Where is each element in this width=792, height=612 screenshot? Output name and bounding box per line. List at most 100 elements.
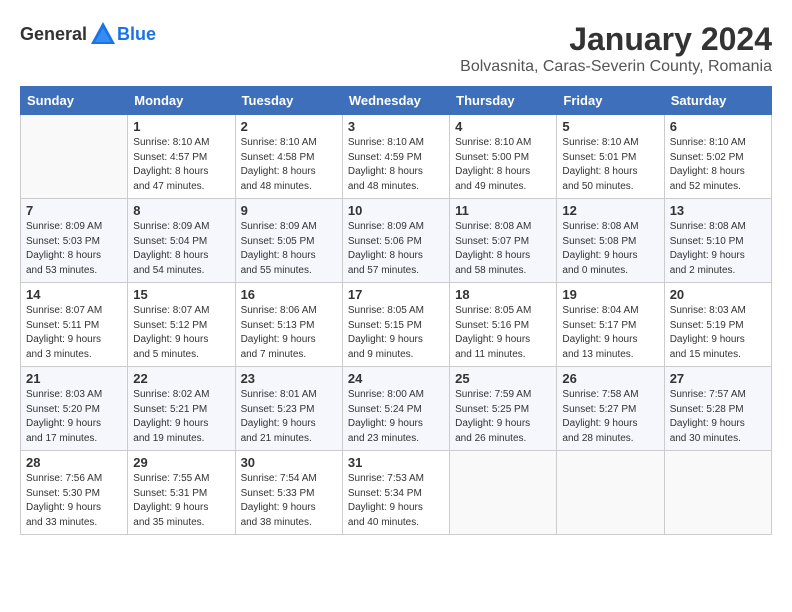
calendar-cell: 20 Sunrise: 8:03 AMSunset: 5:19 PMDayligh… xyxy=(664,283,771,367)
calendar-cell: 2 Sunrise: 8:10 AMSunset: 4:58 PMDaylight… xyxy=(235,115,342,199)
calendar-cell xyxy=(664,451,771,535)
calendar-week-row: 1 Sunrise: 8:10 AMSunset: 4:57 PMDaylight… xyxy=(21,115,772,199)
day-number: 30 xyxy=(241,455,337,470)
day-number: 19 xyxy=(562,287,658,302)
calendar-cell: 1 Sunrise: 8:10 AMSunset: 4:57 PMDaylight… xyxy=(128,115,235,199)
day-info: Sunrise: 8:09 AMSunset: 5:04 PMDaylight:… xyxy=(133,220,229,278)
calendar-cell xyxy=(450,451,557,535)
day-number: 10 xyxy=(348,203,444,218)
day-info: Sunrise: 8:09 AMSunset: 5:03 PMDaylight:… xyxy=(26,220,122,278)
calendar-cell: 13Sunrise: 8:08 AMSunset: 5:10 PMDayligh… xyxy=(664,199,771,283)
day-info: Sunrise: 7:57 AMSunset: 5:28 PMDaylight:… xyxy=(670,388,766,446)
day-info: Sunrise: 8:01 AMSunset: 5:23 PMDaylight:… xyxy=(241,388,337,446)
calendar-cell: 11Sunrise: 8:08 AMSunset: 5:07 PMDayligh… xyxy=(450,199,557,283)
calendar-cell: 23 Sunrise: 8:01 AMSunset: 5:23 PMDayligh… xyxy=(235,367,342,451)
calendar-cell: 18 Sunrise: 8:05 AMSunset: 5:16 PMDayligh… xyxy=(450,283,557,367)
day-info: Sunrise: 8:10 AMSunset: 4:58 PMDaylight:… xyxy=(241,136,337,194)
day-info: Sunrise: 7:55 AMSunset: 5:31 PMDaylight:… xyxy=(133,472,229,530)
calendar-cell: 16 Sunrise: 8:06 AMSunset: 5:13 PMDayligh… xyxy=(235,283,342,367)
day-number: 25 xyxy=(455,371,551,386)
weekday-header-row: SundayMondayTuesdayWednesdayThursdayFrid… xyxy=(21,87,772,115)
calendar-cell: 29 Sunrise: 7:55 AMSunset: 5:31 PMDayligh… xyxy=(128,451,235,535)
day-number: 5 xyxy=(562,119,658,134)
day-number: 12 xyxy=(562,203,658,218)
day-info: Sunrise: 8:04 AMSunset: 5:17 PMDaylight:… xyxy=(562,304,658,362)
weekday-header: Thursday xyxy=(450,87,557,115)
day-info: Sunrise: 8:07 AMSunset: 5:11 PMDaylight:… xyxy=(26,304,122,362)
day-info: Sunrise: 8:06 AMSunset: 5:13 PMDaylight:… xyxy=(241,304,337,362)
location-title: Bolvasnita, Caras-Severin County, Romani… xyxy=(460,58,772,76)
day-number: 18 xyxy=(455,287,551,302)
calendar-cell: 19 Sunrise: 8:04 AMSunset: 5:17 PMDayligh… xyxy=(557,283,664,367)
day-number: 11 xyxy=(455,203,551,218)
day-info: Sunrise: 8:08 AMSunset: 5:10 PMDaylight:… xyxy=(670,220,766,278)
day-info: Sunrise: 8:10 AMSunset: 4:57 PMDaylight:… xyxy=(133,136,229,194)
header: General Blue January 2024 Bolvasnita, Ca… xyxy=(20,20,772,76)
day-info: Sunrise: 8:05 AMSunset: 5:16 PMDaylight:… xyxy=(455,304,551,362)
day-info: Sunrise: 8:02 AMSunset: 5:21 PMDaylight:… xyxy=(133,388,229,446)
day-number: 8 xyxy=(133,203,229,218)
day-info: Sunrise: 7:53 AMSunset: 5:34 PMDaylight:… xyxy=(348,472,444,530)
day-number: 1 xyxy=(133,119,229,134)
day-number: 3 xyxy=(348,119,444,134)
calendar-cell xyxy=(557,451,664,535)
calendar-cell: 10Sunrise: 8:09 AMSunset: 5:06 PMDayligh… xyxy=(342,199,449,283)
calendar-table: SundayMondayTuesdayWednesdayThursdayFrid… xyxy=(20,86,772,535)
day-number: 20 xyxy=(670,287,766,302)
weekday-header: Wednesday xyxy=(342,87,449,115)
day-number: 17 xyxy=(348,287,444,302)
month-title: January 2024 xyxy=(460,20,772,58)
calendar-cell xyxy=(21,115,128,199)
calendar-cell: 28Sunrise: 7:56 AMSunset: 5:30 PMDayligh… xyxy=(21,451,128,535)
calendar-cell: 15Sunrise: 8:07 AMSunset: 5:12 PMDayligh… xyxy=(128,283,235,367)
weekday-header: Tuesday xyxy=(235,87,342,115)
day-number: 27 xyxy=(670,371,766,386)
logo-general: General xyxy=(20,24,87,45)
day-number: 24 xyxy=(348,371,444,386)
calendar-cell: 17Sunrise: 8:05 AMSunset: 5:15 PMDayligh… xyxy=(342,283,449,367)
day-number: 31 xyxy=(348,455,444,470)
day-info: Sunrise: 8:10 AMSunset: 5:00 PMDaylight:… xyxy=(455,136,551,194)
calendar-cell: 26 Sunrise: 7:58 AMSunset: 5:27 PMDayligh… xyxy=(557,367,664,451)
weekday-header: Friday xyxy=(557,87,664,115)
day-info: Sunrise: 8:03 AMSunset: 5:20 PMDaylight:… xyxy=(26,388,122,446)
day-info: Sunrise: 7:59 AMSunset: 5:25 PMDaylight:… xyxy=(455,388,551,446)
calendar-cell: 3Sunrise: 8:10 AMSunset: 4:59 PMDaylight… xyxy=(342,115,449,199)
day-number: 29 xyxy=(133,455,229,470)
calendar-cell: 9Sunrise: 8:09 AMSunset: 5:05 PMDaylight… xyxy=(235,199,342,283)
day-number: 16 xyxy=(241,287,337,302)
calendar-cell: 31 Sunrise: 7:53 AMSunset: 5:34 PMDayligh… xyxy=(342,451,449,535)
day-info: Sunrise: 7:58 AMSunset: 5:27 PMDaylight:… xyxy=(562,388,658,446)
calendar-cell: 30 Sunrise: 7:54 AMSunset: 5:33 PMDayligh… xyxy=(235,451,342,535)
calendar-cell: 7 Sunrise: 8:09 AMSunset: 5:03 PMDaylight… xyxy=(21,199,128,283)
calendar-week-row: 7 Sunrise: 8:09 AMSunset: 5:03 PMDaylight… xyxy=(21,199,772,283)
calendar-cell: 21 Sunrise: 8:03 AMSunset: 5:20 PMDayligh… xyxy=(21,367,128,451)
calendar-week-row: 14Sunrise: 8:07 AMSunset: 5:11 PMDayligh… xyxy=(21,283,772,367)
logo-icon xyxy=(89,20,117,48)
calendar-week-row: 21 Sunrise: 8:03 AMSunset: 5:20 PMDayligh… xyxy=(21,367,772,451)
title-section: January 2024 Bolvasnita, Caras-Severin C… xyxy=(460,20,772,76)
weekday-header: Saturday xyxy=(664,87,771,115)
day-info: Sunrise: 8:10 AMSunset: 5:02 PMDaylight:… xyxy=(670,136,766,194)
calendar-cell: 27 Sunrise: 7:57 AMSunset: 5:28 PMDayligh… xyxy=(664,367,771,451)
day-info: Sunrise: 7:54 AMSunset: 5:33 PMDaylight:… xyxy=(241,472,337,530)
calendar-cell: 5Sunrise: 8:10 AMSunset: 5:01 PMDaylight… xyxy=(557,115,664,199)
day-number: 15 xyxy=(133,287,229,302)
day-number: 7 xyxy=(26,203,122,218)
day-number: 2 xyxy=(241,119,337,134)
calendar-cell: 8 Sunrise: 8:09 AMSunset: 5:04 PMDaylight… xyxy=(128,199,235,283)
calendar-cell: 6 Sunrise: 8:10 AMSunset: 5:02 PMDaylight… xyxy=(664,115,771,199)
day-number: 28 xyxy=(26,455,122,470)
calendar-cell: 24 Sunrise: 8:00 AMSunset: 5:24 PMDayligh… xyxy=(342,367,449,451)
day-number: 21 xyxy=(26,371,122,386)
day-info: Sunrise: 8:00 AMSunset: 5:24 PMDaylight:… xyxy=(348,388,444,446)
day-number: 23 xyxy=(241,371,337,386)
calendar-cell: 14Sunrise: 8:07 AMSunset: 5:11 PMDayligh… xyxy=(21,283,128,367)
day-info: Sunrise: 8:09 AMSunset: 5:05 PMDaylight:… xyxy=(241,220,337,278)
day-number: 26 xyxy=(562,371,658,386)
day-info: Sunrise: 8:03 AMSunset: 5:19 PMDaylight:… xyxy=(670,304,766,362)
day-number: 6 xyxy=(670,119,766,134)
logo-blue: Blue xyxy=(117,24,156,45)
calendar-cell: 25 Sunrise: 7:59 AMSunset: 5:25 PMDayligh… xyxy=(450,367,557,451)
weekday-header: Sunday xyxy=(21,87,128,115)
